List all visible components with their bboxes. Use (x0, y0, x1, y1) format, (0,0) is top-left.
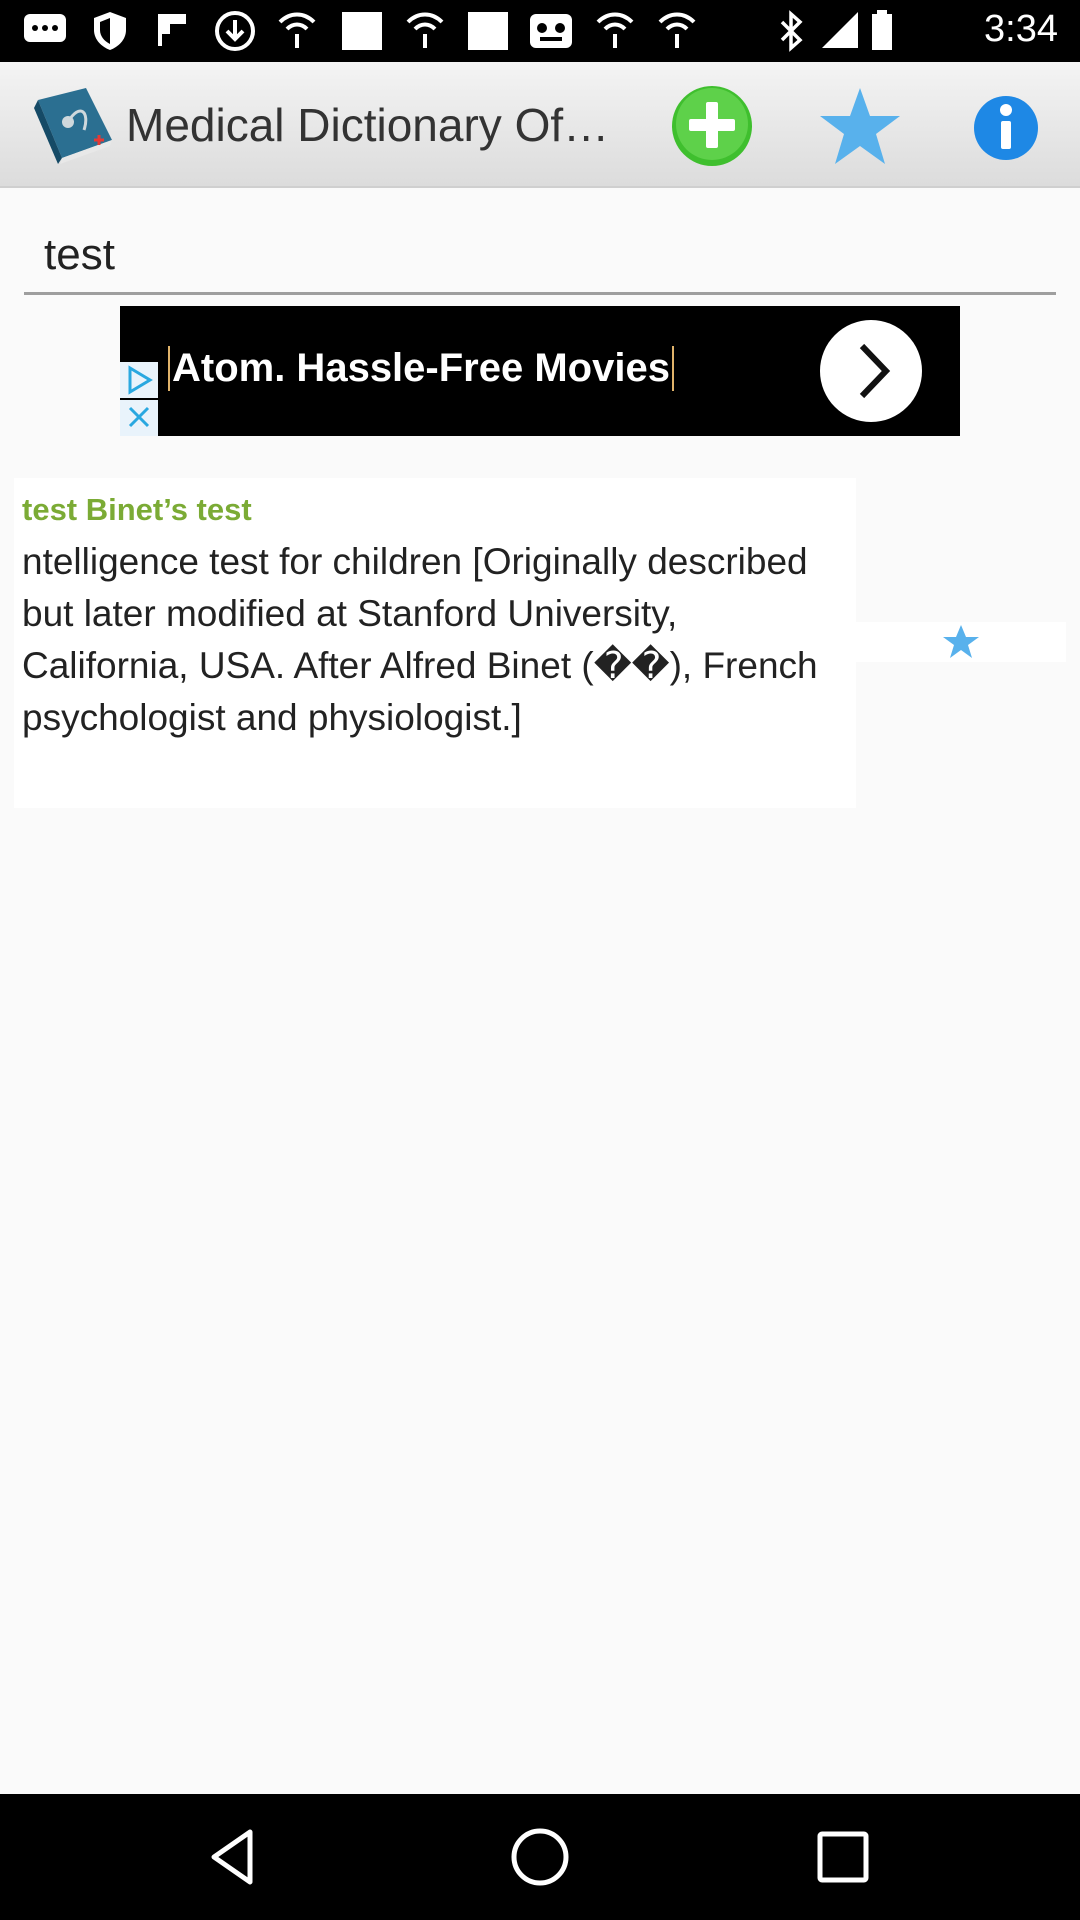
chevron-right-icon (859, 343, 891, 399)
adchoices-button[interactable] (120, 362, 158, 398)
info-button[interactable] (964, 84, 1048, 168)
app-title: Medical Dictionary Of… (126, 99, 610, 151)
ad-banner[interactable]: Atom. Hassle-Free Movies (120, 306, 960, 436)
result-term: test Binet’s test (22, 492, 252, 527)
wifi-icon (406, 12, 444, 48)
app-toolbar: Medical Dictionary Of… (0, 62, 1080, 188)
app-logo-icon (34, 88, 112, 164)
clock: 3:34 (984, 8, 1058, 50)
favorite-toggle[interactable] (856, 622, 1066, 662)
result-item[interactable]: test Binet’s test ntelligence test for c… (14, 478, 856, 808)
wifi-icon (278, 12, 316, 48)
download-icon (215, 11, 255, 51)
home-circle-icon[interactable] (505, 1822, 575, 1892)
star-icon (820, 88, 900, 164)
ad-text: Atom. Hassle-Free Movies (168, 346, 674, 391)
battery-icon (872, 10, 892, 50)
recents-square-icon[interactable] (808, 1822, 878, 1892)
search-field[interactable] (24, 222, 1056, 295)
result-definition: ntelligence test for children [Originall… (22, 541, 818, 738)
add-button[interactable] (670, 84, 754, 168)
adchoices-icon (128, 365, 153, 395)
signal-icon (822, 12, 858, 48)
image-icon (468, 12, 508, 50)
flipboard-icon (158, 14, 186, 46)
star-icon (943, 625, 979, 658)
wifi-icon (596, 12, 634, 48)
shield-icon (94, 12, 126, 50)
close-icon (128, 406, 150, 428)
favorites-button[interactable] (818, 84, 902, 168)
media-icon (530, 14, 572, 48)
ad-close-button[interactable] (120, 400, 158, 436)
wifi-icon (658, 12, 696, 48)
ad-go-button[interactable] (820, 320, 922, 422)
info-icon (974, 96, 1038, 160)
navigation-bar (0, 1794, 1080, 1920)
plus-circle-icon (672, 86, 752, 166)
bluetooth-icon (780, 10, 803, 52)
message-icon (24, 14, 66, 42)
search-input[interactable] (24, 222, 1056, 288)
status-bar: 3:34 (0, 0, 1080, 62)
back-triangle-icon[interactable] (200, 1822, 270, 1892)
image-icon (342, 12, 382, 50)
